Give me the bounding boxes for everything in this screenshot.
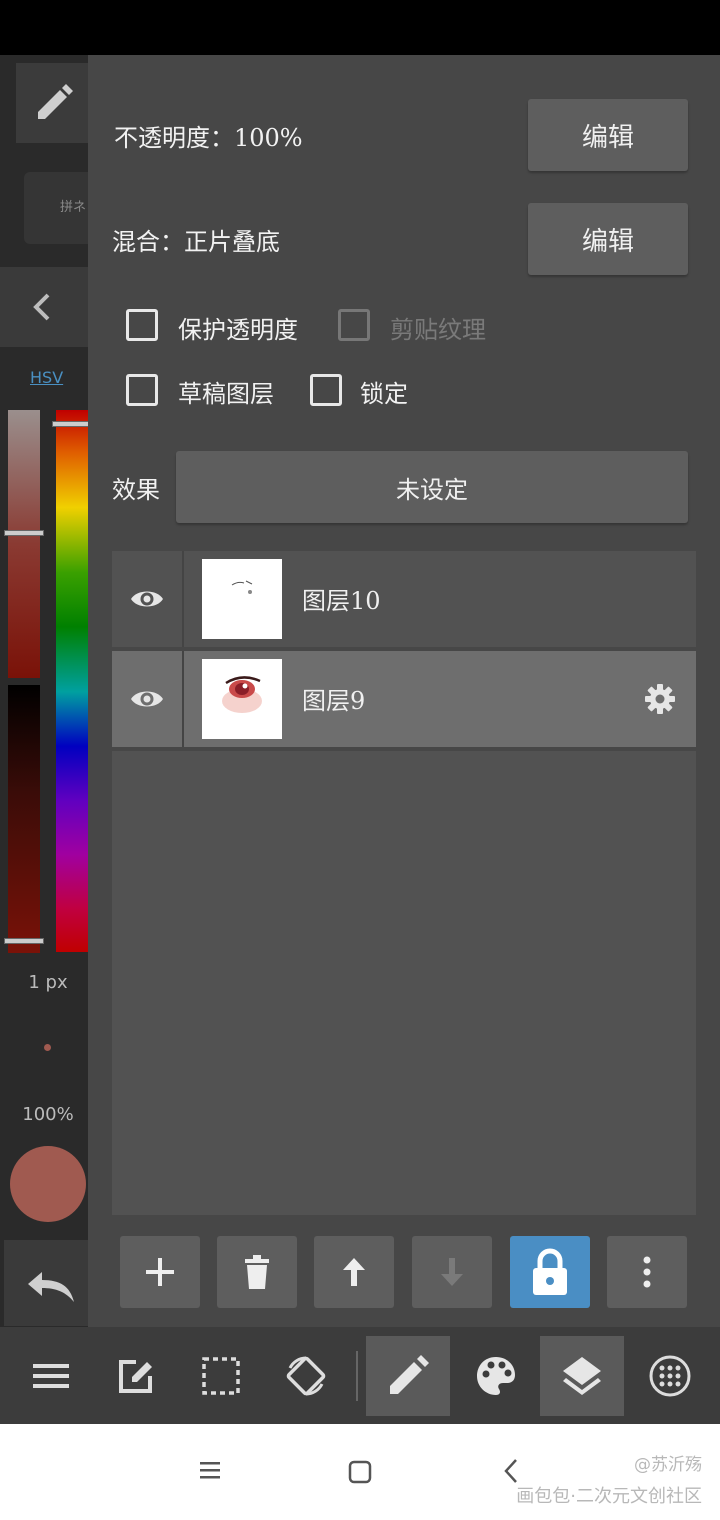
brush-preview[interactable]: 拼ネ xyxy=(24,172,88,244)
arrow-up-icon xyxy=(343,1258,365,1286)
lock-layer-button[interactable] xyxy=(510,1236,590,1308)
system-navigation-bar: @苏沂殇 画包包·二次元文创社区 xyxy=(0,1424,720,1520)
color-palette-button[interactable] xyxy=(454,1336,538,1416)
opacity-label: 不透明度：100% xyxy=(114,124,303,152)
brush-size-value[interactable]: 1 px xyxy=(0,972,96,993)
recent-apps-button[interactable] xyxy=(198,1460,222,1484)
pen-icon xyxy=(38,84,73,119)
lock-checkbox[interactable] xyxy=(310,374,342,406)
layer-visibility-toggle[interactable] xyxy=(112,551,184,647)
gear-icon xyxy=(645,684,675,714)
pen-tool-button[interactable] xyxy=(16,63,88,143)
plus-icon xyxy=(146,1258,174,1286)
menu-button[interactable] xyxy=(9,1336,93,1416)
delete-layer-button[interactable] xyxy=(217,1236,297,1308)
recents-menu-icon xyxy=(200,1462,220,1479)
home-button[interactable] xyxy=(348,1460,372,1488)
layer-name: 图层10 xyxy=(302,587,381,615)
hue-slider-handle[interactable] xyxy=(52,421,92,427)
clipping-label: 剪贴纹理 xyxy=(390,316,486,344)
undo-button[interactable] xyxy=(4,1240,88,1326)
watermark-site: 画包包·二次元文创社区 xyxy=(516,1486,702,1507)
watermark-user: @苏沂殇 xyxy=(634,1455,702,1475)
color-mode-toggle[interactable]: HSV xyxy=(30,368,63,387)
lock-icon xyxy=(533,1248,567,1295)
collapse-panel-button[interactable] xyxy=(0,267,88,347)
current-color-swatch[interactable] xyxy=(10,1146,86,1222)
move-layer-down-button[interactable] xyxy=(412,1236,492,1308)
edit-button[interactable] xyxy=(94,1336,178,1416)
layer-row-selected[interactable]: 图层9 xyxy=(112,651,696,751)
value-slider-handle[interactable] xyxy=(4,938,44,944)
add-layer-button[interactable] xyxy=(120,1236,200,1308)
grid-menu-button[interactable] xyxy=(628,1336,712,1416)
layer-name: 图层9 xyxy=(302,687,366,715)
arrow-down-icon xyxy=(441,1258,463,1286)
layer-row[interactable]: 图层10 xyxy=(112,551,696,651)
protect-alpha-checkbox[interactable] xyxy=(126,309,158,341)
palette-icon xyxy=(477,1357,515,1395)
hue-slider[interactable] xyxy=(56,410,88,952)
home-square-icon xyxy=(348,1460,372,1484)
edit-blend-button[interactable]: 编辑 xyxy=(528,203,688,275)
back-chevron-icon xyxy=(504,1459,517,1483)
layers-icon xyxy=(563,1357,601,1395)
effect-select-button[interactable]: 未设定 xyxy=(176,451,688,523)
more-options-button[interactable] xyxy=(607,1236,687,1308)
rotate-icon xyxy=(286,1356,326,1396)
layer-thumbnail xyxy=(202,659,282,739)
pen-mode-button[interactable] xyxy=(366,1336,450,1416)
selection-button[interactable] xyxy=(179,1336,263,1416)
pen-icon xyxy=(390,1355,429,1394)
brush-size-preview xyxy=(44,1044,51,1051)
edit-opacity-button[interactable]: 编辑 xyxy=(528,99,688,171)
effect-label: 效果 xyxy=(112,476,160,504)
brush-preview-text: 拼ネ xyxy=(60,200,87,215)
eye-icon xyxy=(131,691,163,707)
undo-icon xyxy=(28,1272,74,1302)
layer-settings-button[interactable] xyxy=(644,683,676,719)
layer-thumbnail xyxy=(202,559,282,639)
more-vertical-icon xyxy=(643,1256,651,1288)
edit-icon xyxy=(119,1360,152,1393)
blend-mode-label: 混合：正片叠底 xyxy=(112,228,280,256)
move-layer-up-button[interactable] xyxy=(314,1236,394,1308)
layers-button[interactable] xyxy=(540,1336,624,1416)
draft-layer-checkbox[interactable] xyxy=(126,374,158,406)
toolbar-divider xyxy=(356,1351,358,1401)
draft-layer-label: 草稿图层 xyxy=(178,380,274,408)
layer-visibility-toggle[interactable] xyxy=(112,651,184,747)
rotate-canvas-button[interactable] xyxy=(264,1336,348,1416)
status-bar xyxy=(0,0,720,55)
selection-icon xyxy=(202,1357,240,1395)
value-slider[interactable] xyxy=(8,685,40,953)
grid-circle-icon xyxy=(649,1355,691,1397)
saturation-slider-handle[interactable] xyxy=(4,530,44,536)
saturation-slider[interactable] xyxy=(8,410,40,678)
lock-label: 锁定 xyxy=(360,380,408,408)
menu-icon xyxy=(33,1364,69,1388)
trash-icon xyxy=(245,1255,269,1289)
clipping-checkbox[interactable] xyxy=(338,309,370,341)
protect-alpha-label: 保护透明度 xyxy=(178,316,298,344)
bottom-toolbar xyxy=(0,1327,720,1424)
brush-opacity-value[interactable]: 100% xyxy=(0,1104,96,1125)
eye-icon xyxy=(131,591,163,607)
chevron-left-icon xyxy=(33,293,50,321)
